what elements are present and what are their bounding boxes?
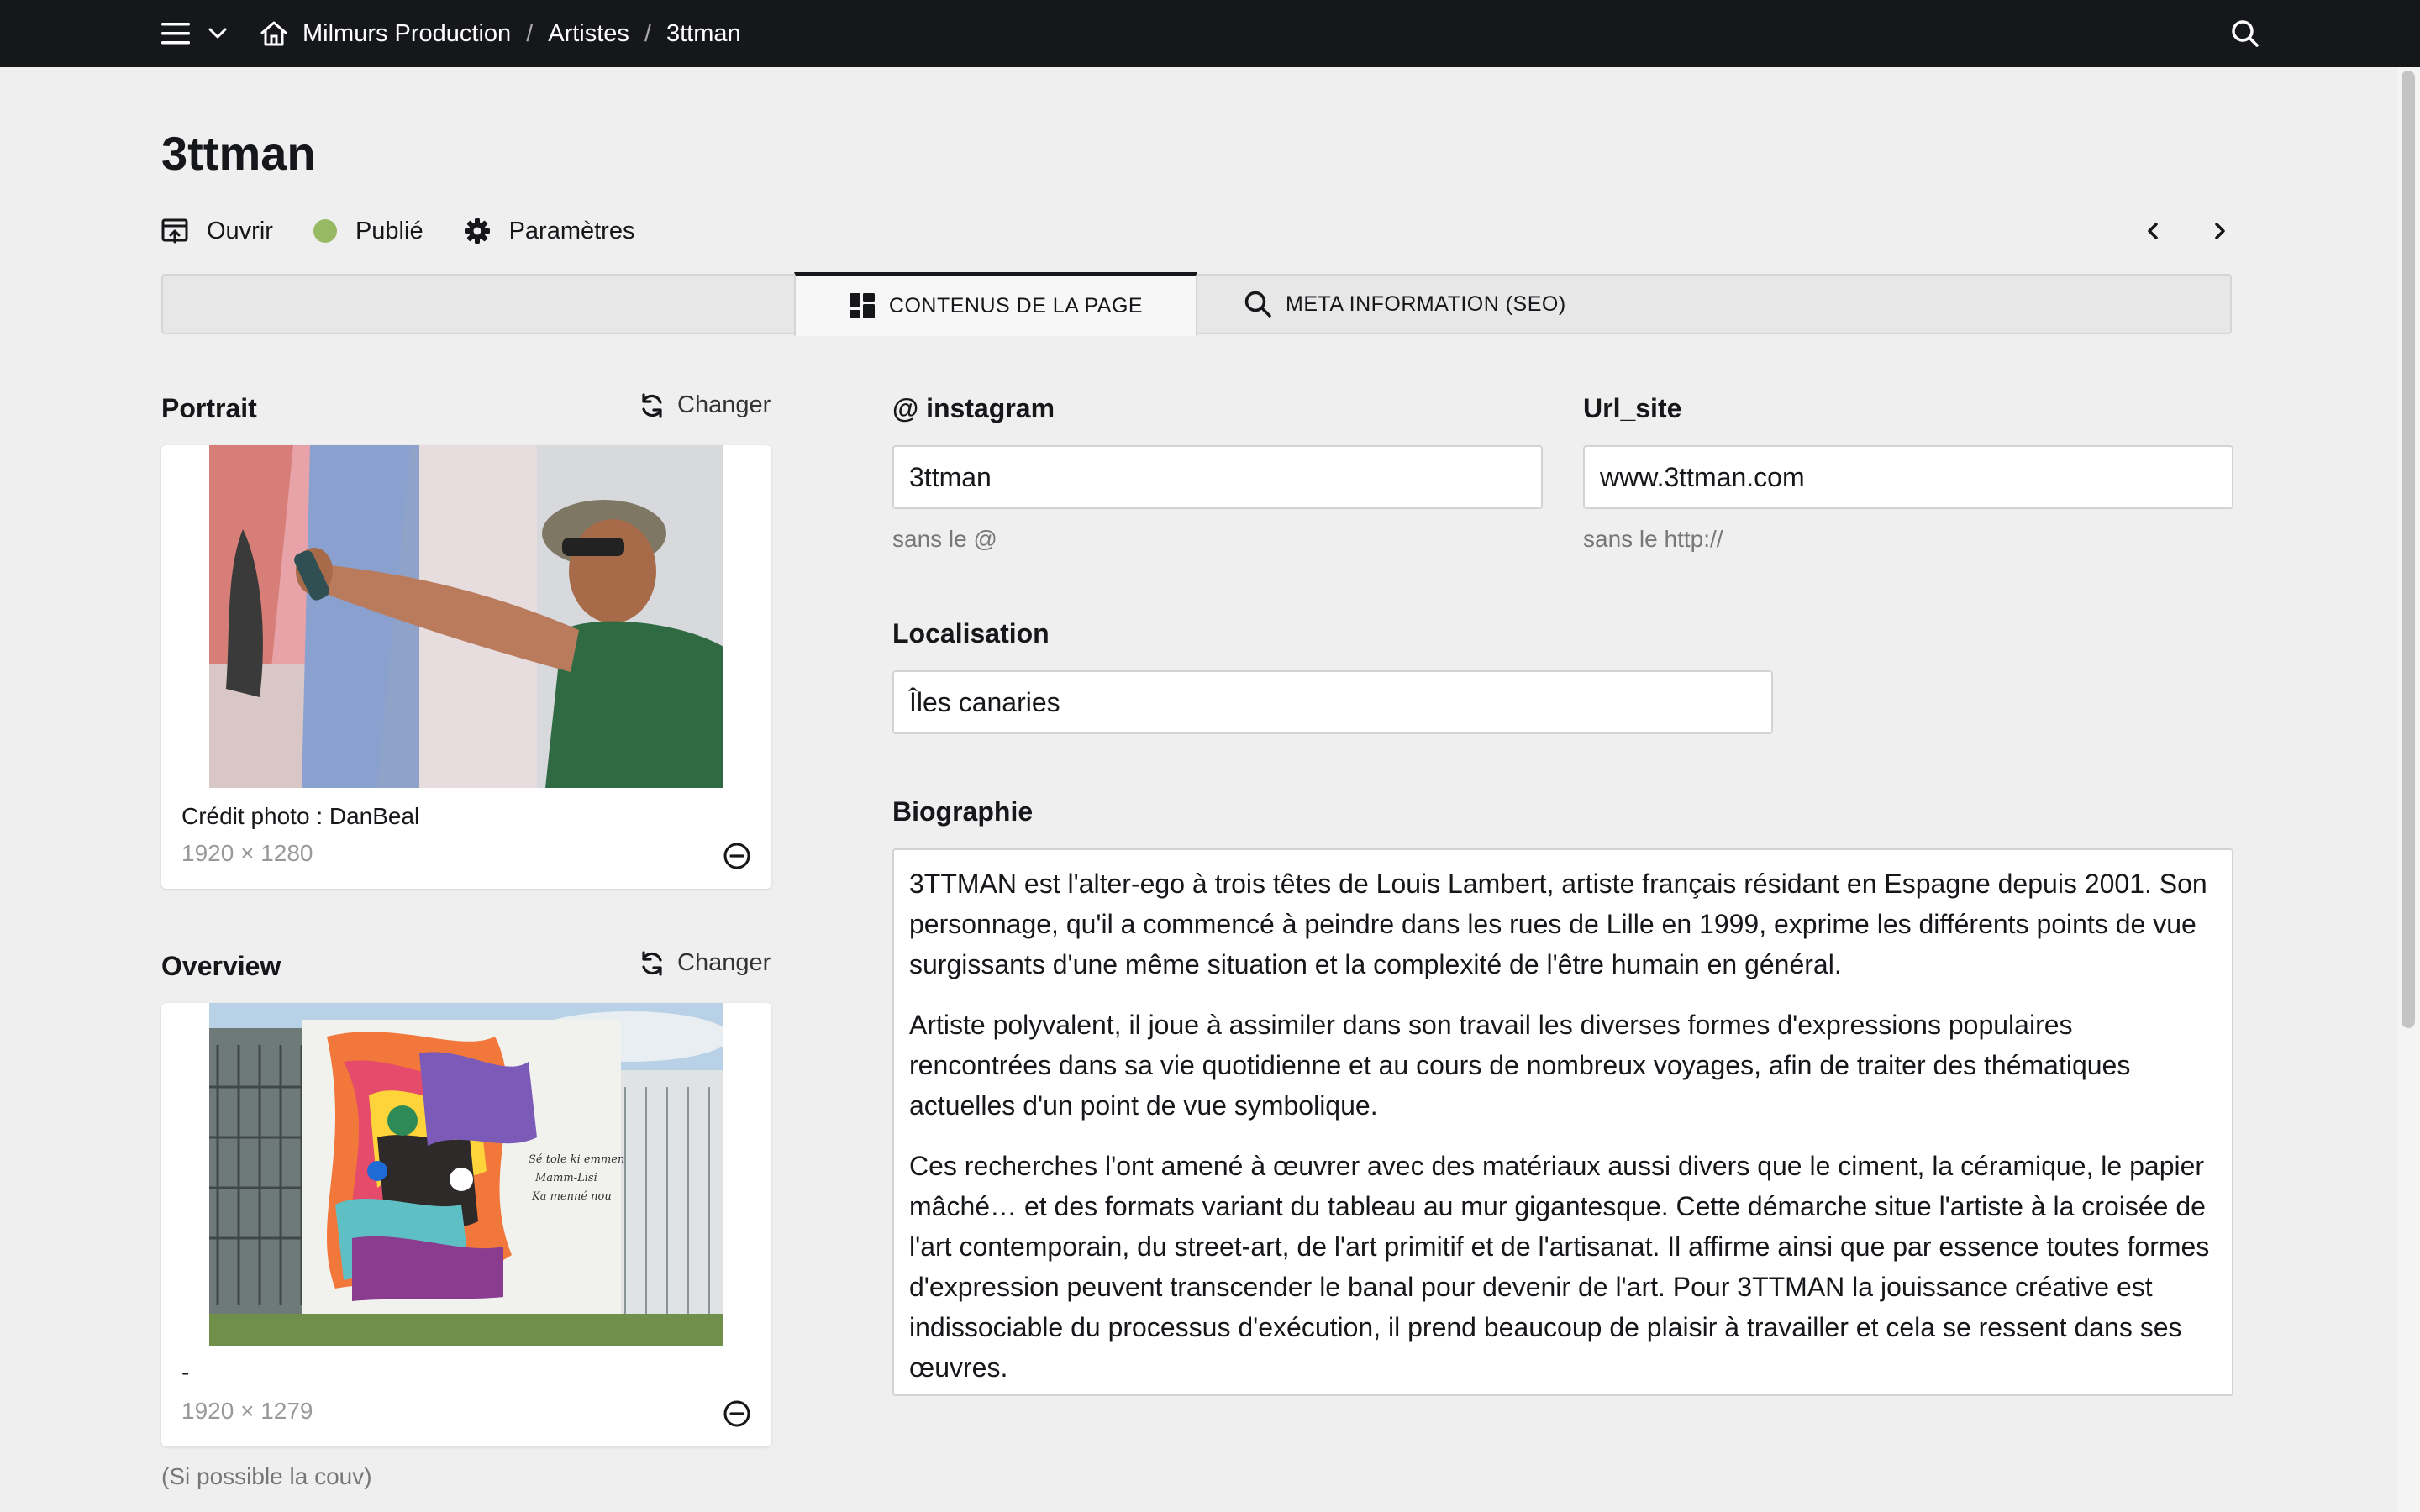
instagram-help-text: sans le @ [892, 526, 997, 552]
search-icon [1244, 291, 1271, 318]
portrait-caption: Crédit photo : DanBeal [182, 803, 420, 829]
overview-dimensions: 1920 × 1279 [182, 1398, 313, 1424]
portrait-label: Portrait [161, 393, 257, 423]
portrait-remove-button[interactable] [723, 842, 751, 874]
portrait-image[interactable] [209, 445, 723, 788]
instagram-input[interactable]: 3ttman [892, 445, 1543, 509]
portrait-card: Crédit photo : DanBeal 1920 × 1280 [161, 445, 771, 889]
localisation-label: Localisation [892, 618, 1050, 648]
search-button[interactable] [2227, 15, 2264, 52]
biographie-paragraph: 3TTMAN est l'alter-ego à trois têtes de … [909, 869, 2207, 979]
refresh-icon [642, 392, 662, 418]
overview-card: Sé tole ki emmen Mamm-Lisi Ka menné nou … [161, 1003, 771, 1446]
breadcrumb-section-link[interactable]: Artistes [548, 20, 629, 48]
portrait-change-label: Changer [677, 391, 771, 418]
mural-text-line-2: Mamm-Lisi [534, 1172, 597, 1184]
biographie-label: Biographie [892, 796, 1034, 827]
chevron-down-icon [208, 28, 227, 39]
status-label: Publié [355, 217, 424, 244]
breadcrumb-current[interactable]: 3ttman [666, 20, 741, 48]
biographie-paragraph: Artiste polyvalent, il joue à assimiler … [909, 1010, 2131, 1121]
scrollbar-thumb[interactable] [2402, 71, 2415, 1028]
status-published-icon [313, 219, 337, 243]
breadcrumb-separator: / [644, 19, 651, 47]
tab-seo-label: META INFORMATION (SEO) [1286, 291, 1566, 316]
open-button[interactable]: Ouvrir [161, 218, 273, 245]
open-label: Ouvrir [207, 217, 273, 244]
portrait-change-button[interactable]: Changer [639, 391, 771, 419]
overview-remove-button[interactable] [723, 1399, 751, 1432]
tab-page-content[interactable]: CONTENUS DE LA PAGE [794, 272, 1197, 336]
instagram-label: @ instagram [892, 393, 1055, 423]
top-bar: Milmurs Production / Artistes / 3ttman [0, 0, 2420, 67]
tab-page-content-label: CONTENUS DE LA PAGE [888, 293, 1144, 318]
overview-change-button[interactable]: Changer [639, 949, 771, 977]
gear-icon [464, 218, 490, 244]
url-site-input[interactable]: www.3ttman.com [1583, 445, 2233, 509]
refresh-icon [642, 950, 662, 976]
home-icon [260, 21, 287, 46]
biographie-textarea[interactable]: 3TTMAN est l'alter-ego à trois têtes de … [892, 848, 2233, 1396]
settings-label: Paramètres [508, 217, 635, 244]
chevron-left-icon [2148, 223, 2158, 239]
localisation-input[interactable]: Îles canaries [892, 670, 1773, 734]
overview-photo: Sé tole ki emmen Mamm-Lisi Ka menné nou [209, 1003, 723, 1346]
remove-circle-icon [723, 843, 750, 869]
page-actions: Ouvrir Publié Paramètres [161, 214, 675, 248]
overview-change-label: Changer [677, 949, 771, 976]
url-site-label: Url_site [1583, 393, 1682, 423]
overview-image[interactable]: Sé tole ki emmen Mamm-Lisi Ka menné nou [209, 1003, 723, 1346]
portrait-photo [209, 445, 723, 788]
biographie-paragraph: Ces recherches l'ont amené à œuvrer avec… [909, 1151, 2210, 1383]
search-icon [2232, 20, 2259, 47]
next-page-button[interactable] [2207, 214, 2233, 248]
tab-seo[interactable]: META INFORMATION (SEO) [1244, 274, 1566, 334]
breadcrumb-home-link[interactable]: Milmurs Production [302, 20, 511, 48]
hamburger-icon [161, 23, 190, 45]
url-site-help-text: sans le http:// [1583, 526, 1723, 552]
breadcrumb: Milmurs Production / Artistes / 3ttman [259, 0, 741, 67]
portrait-dimensions: 1920 × 1280 [182, 840, 313, 866]
mural-text-line-3: Ka menné nou [531, 1190, 612, 1203]
prev-page-button[interactable] [2139, 214, 2166, 248]
overview-help-text: (Si possible la couv) [161, 1463, 372, 1489]
remove-circle-icon [723, 1400, 750, 1427]
overview-label: Overview [161, 951, 281, 981]
chevron-right-icon [2215, 223, 2225, 239]
settings-button[interactable]: Paramètres [464, 217, 635, 245]
open-page-icon [161, 218, 188, 244]
menu-toggle-button[interactable] [156, 13, 232, 54]
breadcrumb-separator: / [526, 19, 534, 47]
page-title: 3ttman [161, 127, 316, 180]
status-button[interactable]: Publié [313, 218, 424, 245]
dashboard-icon [849, 293, 875, 318]
overview-caption: - [182, 1359, 190, 1385]
mural-text-line-1: Sé tole ki emmen [529, 1153, 624, 1166]
